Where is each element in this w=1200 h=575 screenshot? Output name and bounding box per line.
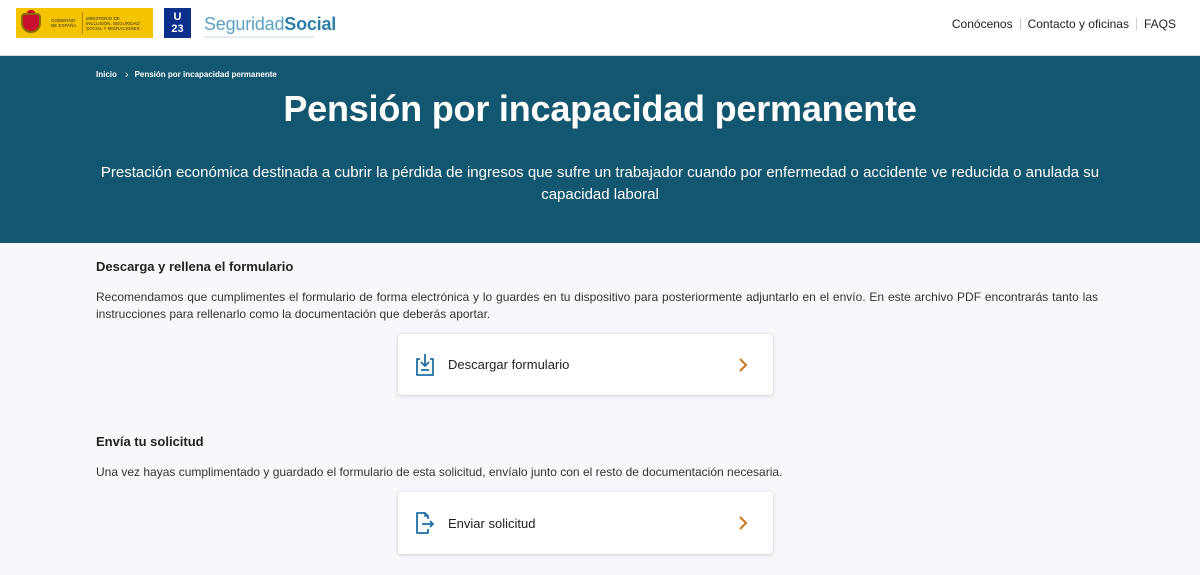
hero-banner: Inicio › Pensión por incapacidad permane…	[0, 56, 1200, 243]
download-icon	[416, 353, 434, 376]
top-header: GOBIERNO DE ESPAÑA MINISTERIO DE INCLUSI…	[0, 0, 1200, 56]
u23-line2: 23	[171, 23, 184, 35]
seguridad-social-logo[interactable]: SeguridadSocial	[204, 14, 336, 35]
u23-line1: U	[173, 11, 182, 23]
breadcrumb-home[interactable]: Inicio	[96, 70, 117, 79]
u23-logo[interactable]: U 23	[164, 8, 191, 38]
brand-underline	[204, 36, 314, 38]
section-title-download: Descarga y rellena el formulario	[96, 259, 294, 274]
chevron-right-icon	[739, 516, 748, 530]
download-form-label: Descargar formulario	[448, 357, 570, 372]
breadcrumb: Inicio › Pensión por incapacidad permane…	[96, 68, 277, 81]
send-file-icon	[416, 512, 434, 534]
page-subtitle: Prestación económica destinada a cubrir …	[100, 164, 1100, 203]
gov-logo-left-text: GOBIERNO DE ESPAÑA	[51, 18, 77, 28]
coat-of-arms-icon	[19, 10, 45, 36]
top-nav: Conócenos Contacto y oficinas FAQS	[945, 17, 1176, 31]
section-text-download: Recomendamos que cumplimentes el formula…	[96, 290, 1098, 321]
breadcrumb-current: Pensión por incapacidad permanente	[134, 70, 277, 79]
download-form-card[interactable]: Descargar formulario	[398, 334, 773, 395]
section-text-send: Una vez hayas cumplimentado y guardado e…	[96, 465, 783, 479]
gov-logo-divider	[82, 12, 83, 34]
section-title-send: Envía tu solicitud	[96, 434, 204, 449]
chevron-right-icon: ›	[124, 68, 129, 81]
government-of-spain-logo[interactable]: GOBIERNO DE ESPAÑA MINISTERIO DE INCLUSI…	[16, 8, 153, 38]
send-request-card[interactable]: Enviar solicitud	[398, 492, 773, 554]
nav-contacto-oficinas[interactable]: Contacto y oficinas	[1021, 17, 1136, 31]
chevron-right-icon	[739, 357, 748, 372]
nav-faqs[interactable]: FAQS	[1137, 17, 1176, 31]
page-title: Pensión por incapacidad permanente	[283, 88, 917, 129]
nav-conocenos[interactable]: Conócenos	[945, 17, 1020, 31]
brand-part-2: Social	[284, 14, 337, 34]
brand-part-1: Seguridad	[204, 14, 285, 34]
gov-logo-ministry-text: MINISTERIO DE INCLUSIÓN, SEGURIDAD SOCIA…	[86, 15, 140, 31]
send-request-label: Enviar solicitud	[448, 515, 536, 531]
